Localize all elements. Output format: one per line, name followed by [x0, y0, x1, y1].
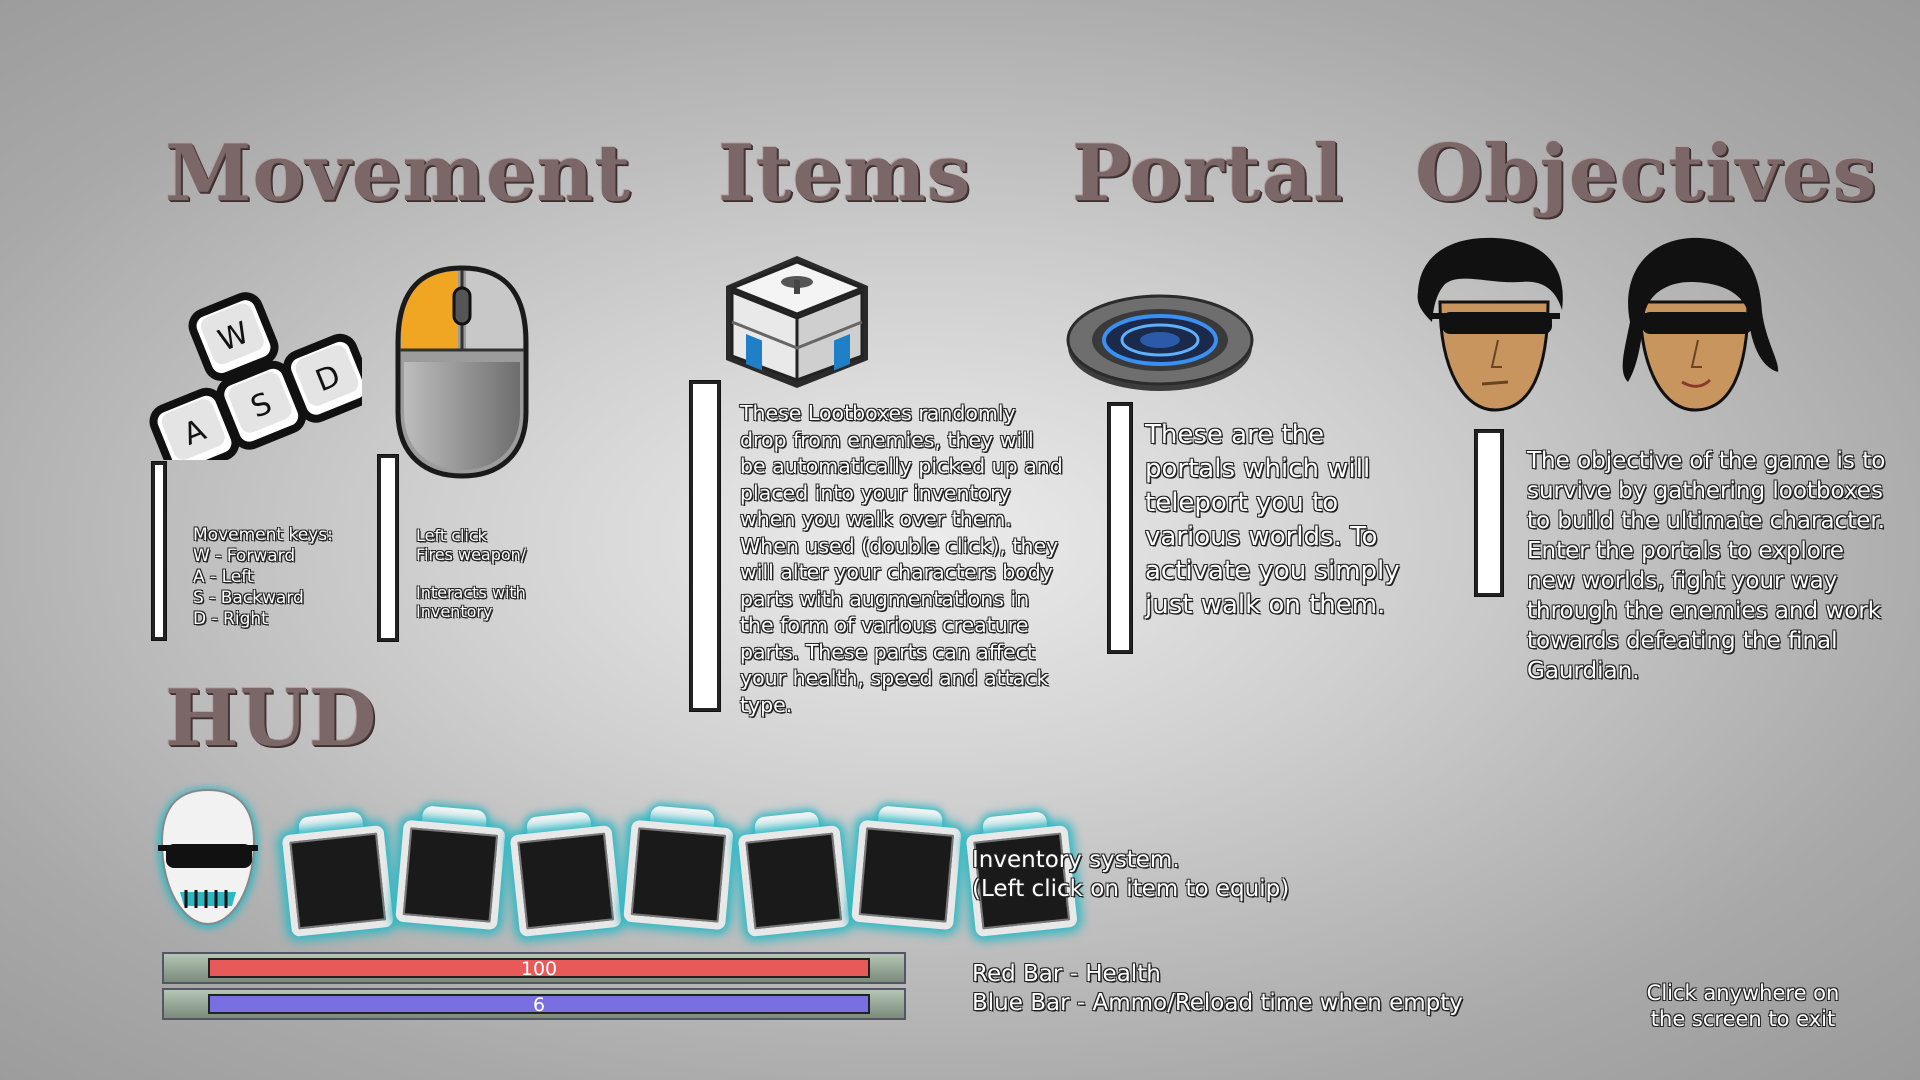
inventory-slot-box [281, 824, 394, 938]
ammo-bar: 6 [208, 994, 870, 1016]
inventory-slot[interactable] [276, 809, 398, 940]
portal-heading: Portal [1072, 128, 1344, 219]
inventory-slot-box [509, 824, 622, 938]
hud-heading: HUD [165, 673, 378, 764]
portal-divider [1108, 403, 1132, 653]
inventory-text: Inventory system. (Left click on item to… [972, 847, 1290, 902]
movement-heading: Movement [165, 128, 632, 219]
objectives-heading: Objectives [1415, 128, 1878, 219]
male-character-icon [1410, 232, 1570, 412]
items-heading: Items [718, 128, 972, 219]
portal-icon [1065, 285, 1255, 395]
mouse-text: Left click Fires weapon/ Interacts with … [416, 526, 527, 621]
ammo-bar-frame: 6 [162, 988, 906, 1020]
health-value: 100 [520, 958, 558, 980]
inventory-slot[interactable] [619, 803, 739, 932]
inventory-slot[interactable] [732, 809, 854, 940]
inventory-slot-box [623, 819, 734, 931]
movement-keys-divider [152, 462, 166, 640]
mouse-icon [392, 262, 532, 482]
wasd-keys-icon: W A S D [132, 280, 373, 477]
bars-text: Red Bar - Health Blue Bar - Ammo/Reload … [972, 961, 1463, 1016]
inventory-slot-box [395, 819, 506, 931]
health-bar-frame: 100 [162, 952, 906, 984]
inventory-slot-box [851, 819, 962, 931]
items-text: These Lootboxes randomly drop from enemi… [740, 401, 1063, 717]
portal-text: These are the portals which will telepor… [1145, 420, 1400, 620]
player-portrait-icon [152, 782, 264, 934]
objectives-text: The objective of the game is to survive … [1527, 448, 1886, 684]
inventory-slot[interactable] [847, 803, 967, 932]
items-divider [690, 381, 720, 711]
inventory-slot-box [737, 824, 850, 938]
lootbox-icon [722, 252, 872, 392]
exit-hint[interactable]: Click anywhere on the screen to exit [1628, 980, 1858, 1032]
inventory-slot[interactable] [391, 803, 511, 932]
inventory-slot[interactable] [504, 809, 626, 940]
objectives-divider [1475, 430, 1503, 596]
mouse-divider [378, 455, 398, 641]
ammo-value: 6 [532, 994, 546, 1016]
female-character-icon [1610, 232, 1780, 412]
movement-keys-text: Movement keys: W - Forward A - Left S - … [193, 525, 333, 629]
health-bar: 100 [208, 958, 870, 980]
